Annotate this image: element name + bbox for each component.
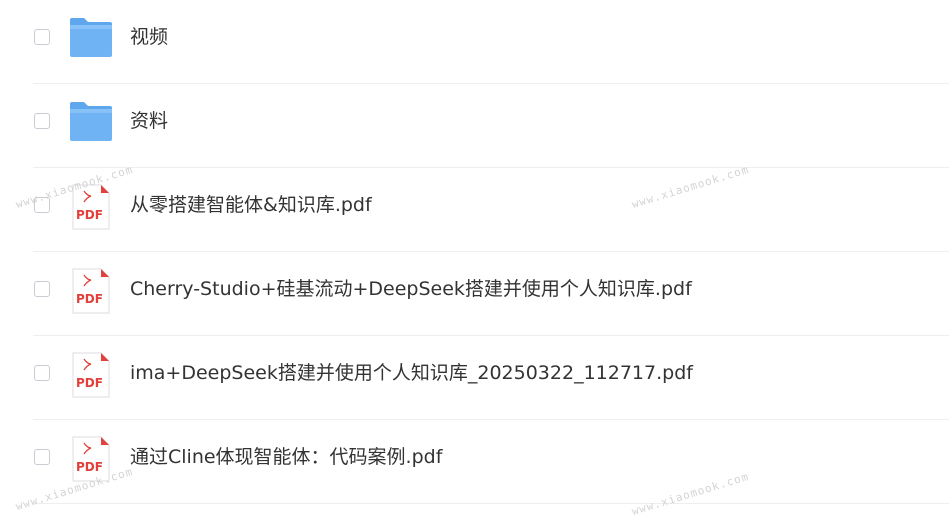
select-checkbox[interactable] bbox=[34, 197, 50, 213]
pdf-icon-label: PDF bbox=[76, 376, 103, 390]
pdf-icon: PDF bbox=[68, 268, 114, 314]
pdf-icon-label: PDF bbox=[76, 208, 103, 222]
select-checkbox[interactable] bbox=[34, 449, 50, 465]
select-checkbox[interactable] bbox=[34, 281, 50, 297]
file-name[interactable]: 视频 bbox=[130, 24, 168, 50]
pdf-icon: PDF bbox=[68, 184, 114, 230]
file-row[interactable]: 视频 bbox=[0, 0, 949, 84]
folder-icon bbox=[68, 16, 114, 60]
file-row[interactable]: PDF ima+DeepSeek搭建并使用个人知识库_20250322_1127… bbox=[0, 336, 949, 420]
select-checkbox[interactable] bbox=[34, 113, 50, 129]
file-name[interactable]: Cherry-Studio+硅基流动+DeepSeek搭建并使用个人知识库.pd… bbox=[130, 276, 692, 302]
pdf-icon-label: PDF bbox=[76, 292, 103, 306]
select-checkbox[interactable] bbox=[34, 365, 50, 381]
pdf-icon: PDF bbox=[68, 352, 114, 398]
file-name[interactable]: 资料 bbox=[130, 108, 168, 134]
pdf-icon-label: PDF bbox=[76, 460, 103, 474]
select-checkbox[interactable] bbox=[34, 29, 50, 45]
file-list: 视频 资料 PDF 从零搭建智能体&知识库.pdf PDF Cherry-Stu… bbox=[0, 0, 949, 504]
file-row[interactable]: 资料 bbox=[0, 84, 949, 168]
file-name[interactable]: 从零搭建智能体&知识库.pdf bbox=[130, 192, 372, 218]
pdf-icon: PDF bbox=[68, 436, 114, 482]
folder-icon bbox=[68, 100, 114, 144]
file-row[interactable]: PDF Cherry-Studio+硅基流动+DeepSeek搭建并使用个人知识… bbox=[0, 252, 949, 336]
file-row[interactable]: PDF 通过Cline体现智能体：代码案例.pdf bbox=[0, 420, 949, 504]
file-row[interactable]: PDF 从零搭建智能体&知识库.pdf bbox=[0, 168, 949, 252]
file-name[interactable]: 通过Cline体现智能体：代码案例.pdf bbox=[130, 444, 442, 470]
file-name[interactable]: ima+DeepSeek搭建并使用个人知识库_20250322_112717.p… bbox=[130, 360, 693, 386]
